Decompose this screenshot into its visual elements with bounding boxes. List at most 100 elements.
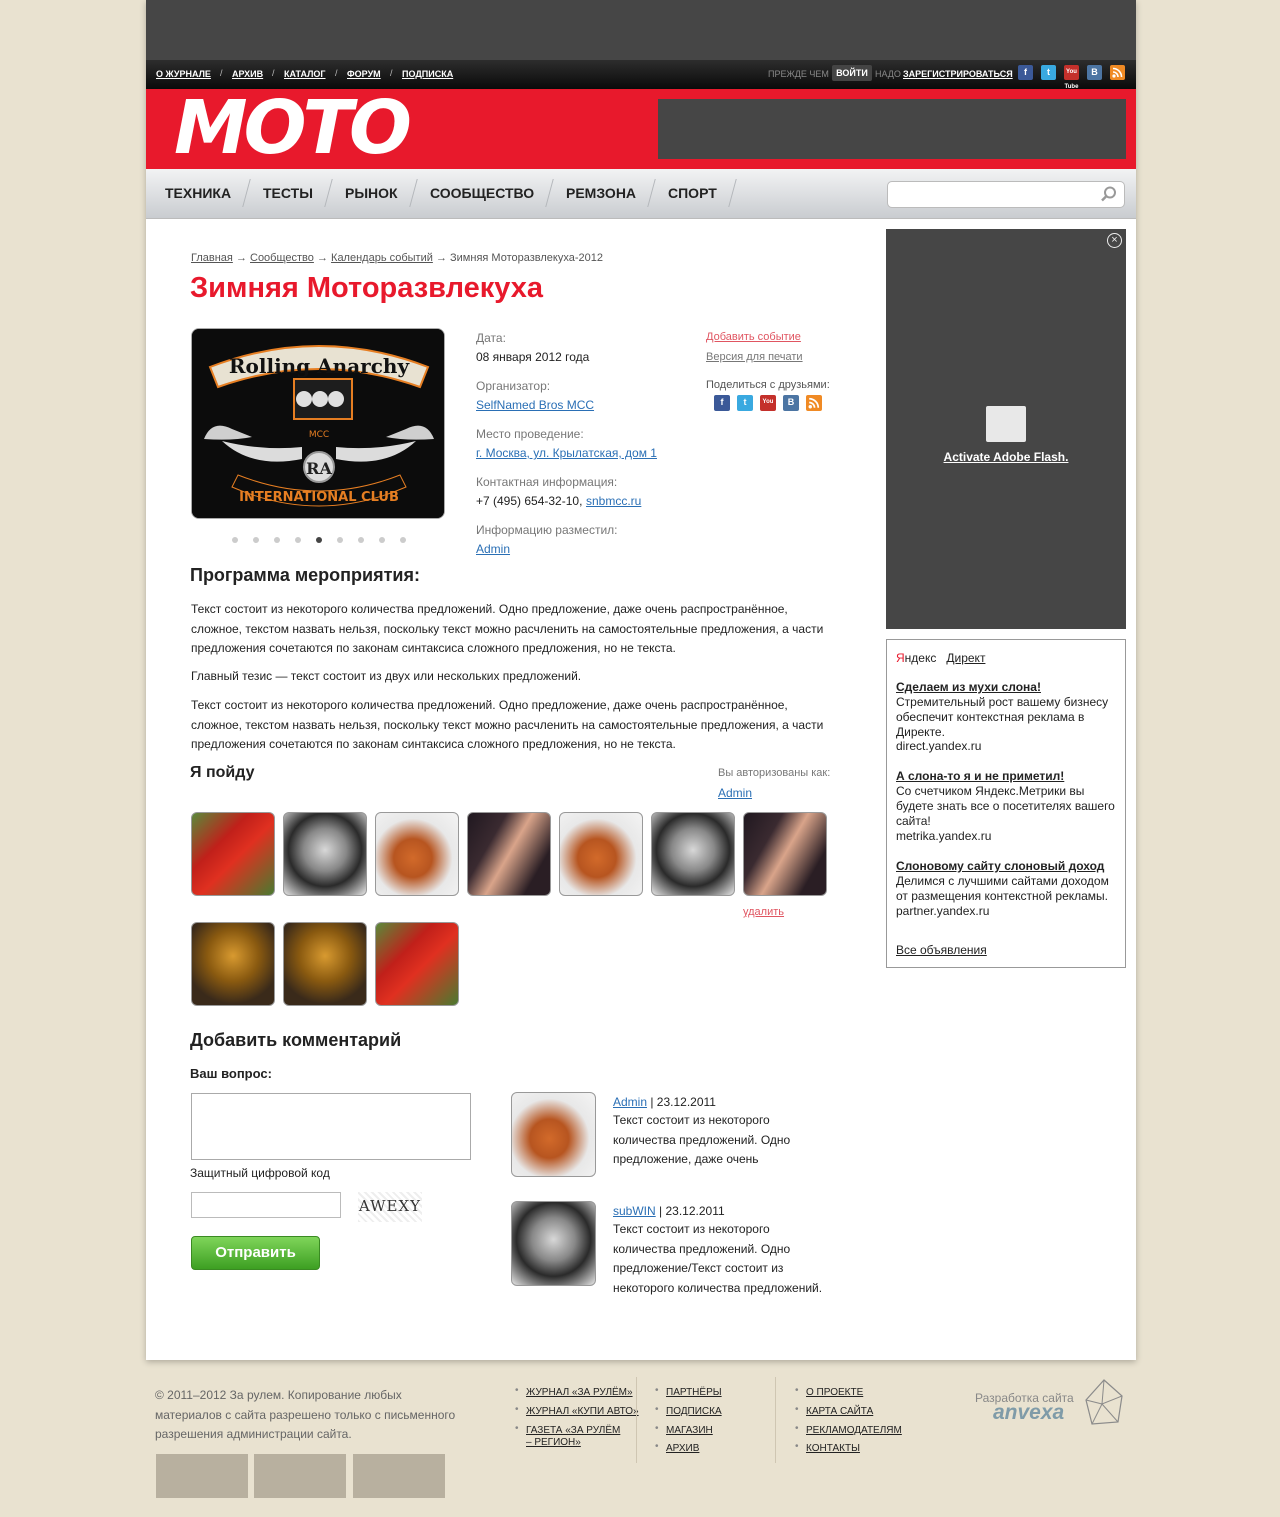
top-link-subscribe[interactable]: ПОДПИСКА — [402, 69, 453, 79]
footer-link[interactable]: КОНТАКТЫ — [806, 1443, 860, 1455]
gallery-dot[interactable] — [400, 537, 406, 543]
need-text: НАДО — [875, 69, 901, 79]
comment-author-link[interactable]: subWIN — [613, 1204, 656, 1218]
site-header: MOTO — [146, 85, 1136, 171]
organizer-link[interactable]: SelfNamed Bros MCC — [476, 398, 594, 412]
add-event-link[interactable]: Добавить событие — [706, 331, 801, 343]
twitter-icon[interactable]: t — [737, 395, 753, 411]
comment-form-title: Добавить комментарий — [190, 1030, 402, 1050]
footer-link[interactable]: ЖУРНАЛ «КУПИ АВТО» — [526, 1406, 639, 1418]
date-label: Дата: — [476, 331, 506, 345]
register-link[interactable]: ЗАРЕГИСТРИРОВАТЬСЯ — [903, 69, 1013, 79]
place-link[interactable]: г. Москва, ул. Крылатская, дом 1 — [476, 446, 657, 460]
footer-link[interactable]: МАГАЗИН — [666, 1425, 713, 1437]
top-link-catalog[interactable]: КАТАЛОГ — [284, 69, 326, 79]
footer-badge[interactable] — [353, 1454, 445, 1498]
ad-title-link[interactable]: А слона-то я и не приметил! — [896, 769, 1064, 783]
attendee-avatar[interactable] — [743, 812, 827, 896]
footer-link[interactable]: ПОДПИСКА — [666, 1406, 722, 1418]
footer-link[interactable]: АРХИВ — [666, 1443, 699, 1455]
flash-plugin-icon — [986, 406, 1026, 442]
place-label: Место проведение: — [476, 427, 584, 441]
footer-link[interactable]: ПАРТНЁРЫ — [666, 1387, 722, 1399]
footer-link[interactable]: ГАЗЕТА «ЗА РУЛЁМ – РЕГИОН» — [526, 1425, 626, 1449]
gallery-dot[interactable] — [379, 537, 385, 543]
attendee-avatar[interactable] — [559, 812, 643, 896]
attendee-avatar[interactable] — [375, 922, 459, 1006]
breadcrumb-calendar[interactable]: Календарь событий — [331, 252, 433, 264]
contact-site-link[interactable]: snbmcc.ru — [586, 494, 641, 508]
rss-icon[interactable] — [806, 395, 822, 411]
developer-logo[interactable]: anvexa — [993, 1401, 1064, 1425]
attendee-avatar[interactable] — [283, 812, 367, 896]
submit-button[interactable]: Отправить — [191, 1236, 320, 1270]
flash-ad[interactable]: × Activate Adobe Flash. — [886, 229, 1126, 629]
ad-title-link[interactable]: Сделаем из мухи слона! — [896, 680, 1041, 694]
ad-domain: metrika.yandex.ru — [896, 829, 992, 843]
comment-author-link[interactable]: Admin — [613, 1095, 647, 1109]
facebook-icon[interactable]: f — [1018, 65, 1033, 80]
nav-item-tests[interactable]: ТЕСТЫ — [263, 185, 313, 201]
nav-item-repair[interactable]: РЕМЗОНА — [566, 185, 636, 201]
question-textarea[interactable] — [191, 1093, 471, 1160]
comment-avatar[interactable] — [511, 1201, 596, 1286]
attendee-avatar[interactable] — [651, 812, 735, 896]
nav-item-market[interactable]: РЫНОК — [345, 185, 398, 201]
comment-avatar[interactable] — [511, 1092, 596, 1177]
event-image[interactable]: Rolling Anarchy MCC RA INTERNATIONAL CLU… — [191, 328, 445, 519]
footer-link[interactable]: ЖУРНАЛ «ЗА РУЛЁМ» — [526, 1387, 633, 1399]
ad-title-link[interactable]: Слоновому сайту слоновый доход — [896, 859, 1104, 873]
attendee-avatar[interactable] — [191, 922, 275, 1006]
twitter-icon[interactable]: t — [1041, 65, 1056, 80]
top-link-about[interactable]: О ЖУРНАЛЕ — [156, 69, 211, 79]
logo-center-text: RA — [306, 459, 332, 478]
attendee-avatar[interactable] — [191, 812, 275, 896]
posted-by-link[interactable]: Admin — [476, 542, 510, 556]
gallery-dot[interactable] — [232, 537, 238, 543]
top-link-archive[interactable]: АРХИВ — [232, 69, 263, 79]
nav-item-tech[interactable]: ТЕХНИКА — [165, 185, 231, 201]
gallery-dot[interactable] — [337, 537, 343, 543]
attendee-avatar[interactable] — [467, 812, 551, 896]
close-icon[interactable]: × — [1107, 233, 1122, 248]
logo-badge: MCC — [309, 430, 329, 440]
gallery-dot[interactable] — [253, 537, 259, 543]
youtube-icon[interactable]: You Tube — [1064, 65, 1079, 90]
vkontakte-icon[interactable]: B — [783, 395, 799, 411]
header-banner-ad[interactable] — [658, 99, 1126, 159]
comment-text: Текст состоит из некоторого количества п… — [613, 1113, 791, 1166]
facebook-icon[interactable]: f — [714, 395, 730, 411]
footer-link[interactable]: РЕКЛАМОДАТЕЛЯМ — [806, 1425, 902, 1437]
search-icon[interactable] — [1100, 185, 1118, 208]
youtube-icon[interactable]: You Tube — [760, 395, 776, 420]
program-paragraph: Текст состоит из некоторого количества п… — [191, 602, 824, 655]
breadcrumb-home[interactable]: Главная — [191, 252, 233, 264]
top-banner-ad[interactable] — [146, 0, 1136, 60]
login-button[interactable]: ВОЙТИ — [832, 65, 872, 81]
footer-link[interactable]: КАРТА САЙТА — [806, 1406, 873, 1418]
attendee-avatar[interactable] — [283, 922, 367, 1006]
nav-item-community[interactable]: СООБЩЕСТВО — [430, 185, 534, 201]
gallery-dot[interactable] — [274, 537, 280, 543]
attendee-avatar[interactable] — [375, 812, 459, 896]
all-ads-link[interactable]: Все объявления — [896, 943, 987, 957]
question-label: Ваш вопрос: — [190, 1066, 272, 1081]
delete-link[interactable]: удалить — [743, 906, 784, 918]
breadcrumb-community[interactable]: Сообщество — [250, 252, 314, 264]
rss-icon[interactable] — [1110, 65, 1125, 80]
footer-badge[interactable] — [254, 1454, 346, 1498]
vkontakte-icon[interactable]: B — [1087, 65, 1102, 80]
footer-link[interactable]: О ПРОЕКТЕ — [806, 1387, 863, 1399]
top-link-forum[interactable]: ФОРУМ — [347, 69, 381, 79]
auth-user-link[interactable]: Admin — [718, 786, 752, 800]
captcha-input[interactable] — [191, 1192, 341, 1218]
nav-item-sport[interactable]: СПОРТ — [668, 185, 717, 201]
gallery-dot[interactable] — [316, 537, 322, 543]
print-version-link[interactable]: Версия для печати — [706, 351, 803, 363]
direct-link[interactable]: Директ — [946, 651, 985, 665]
gallery-dot[interactable] — [358, 537, 364, 543]
footer-badge[interactable] — [156, 1454, 248, 1498]
activate-flash-link[interactable]: Activate Adobe Flash. — [886, 450, 1126, 464]
search-input[interactable] — [887, 181, 1125, 208]
gallery-dot[interactable] — [295, 537, 301, 543]
